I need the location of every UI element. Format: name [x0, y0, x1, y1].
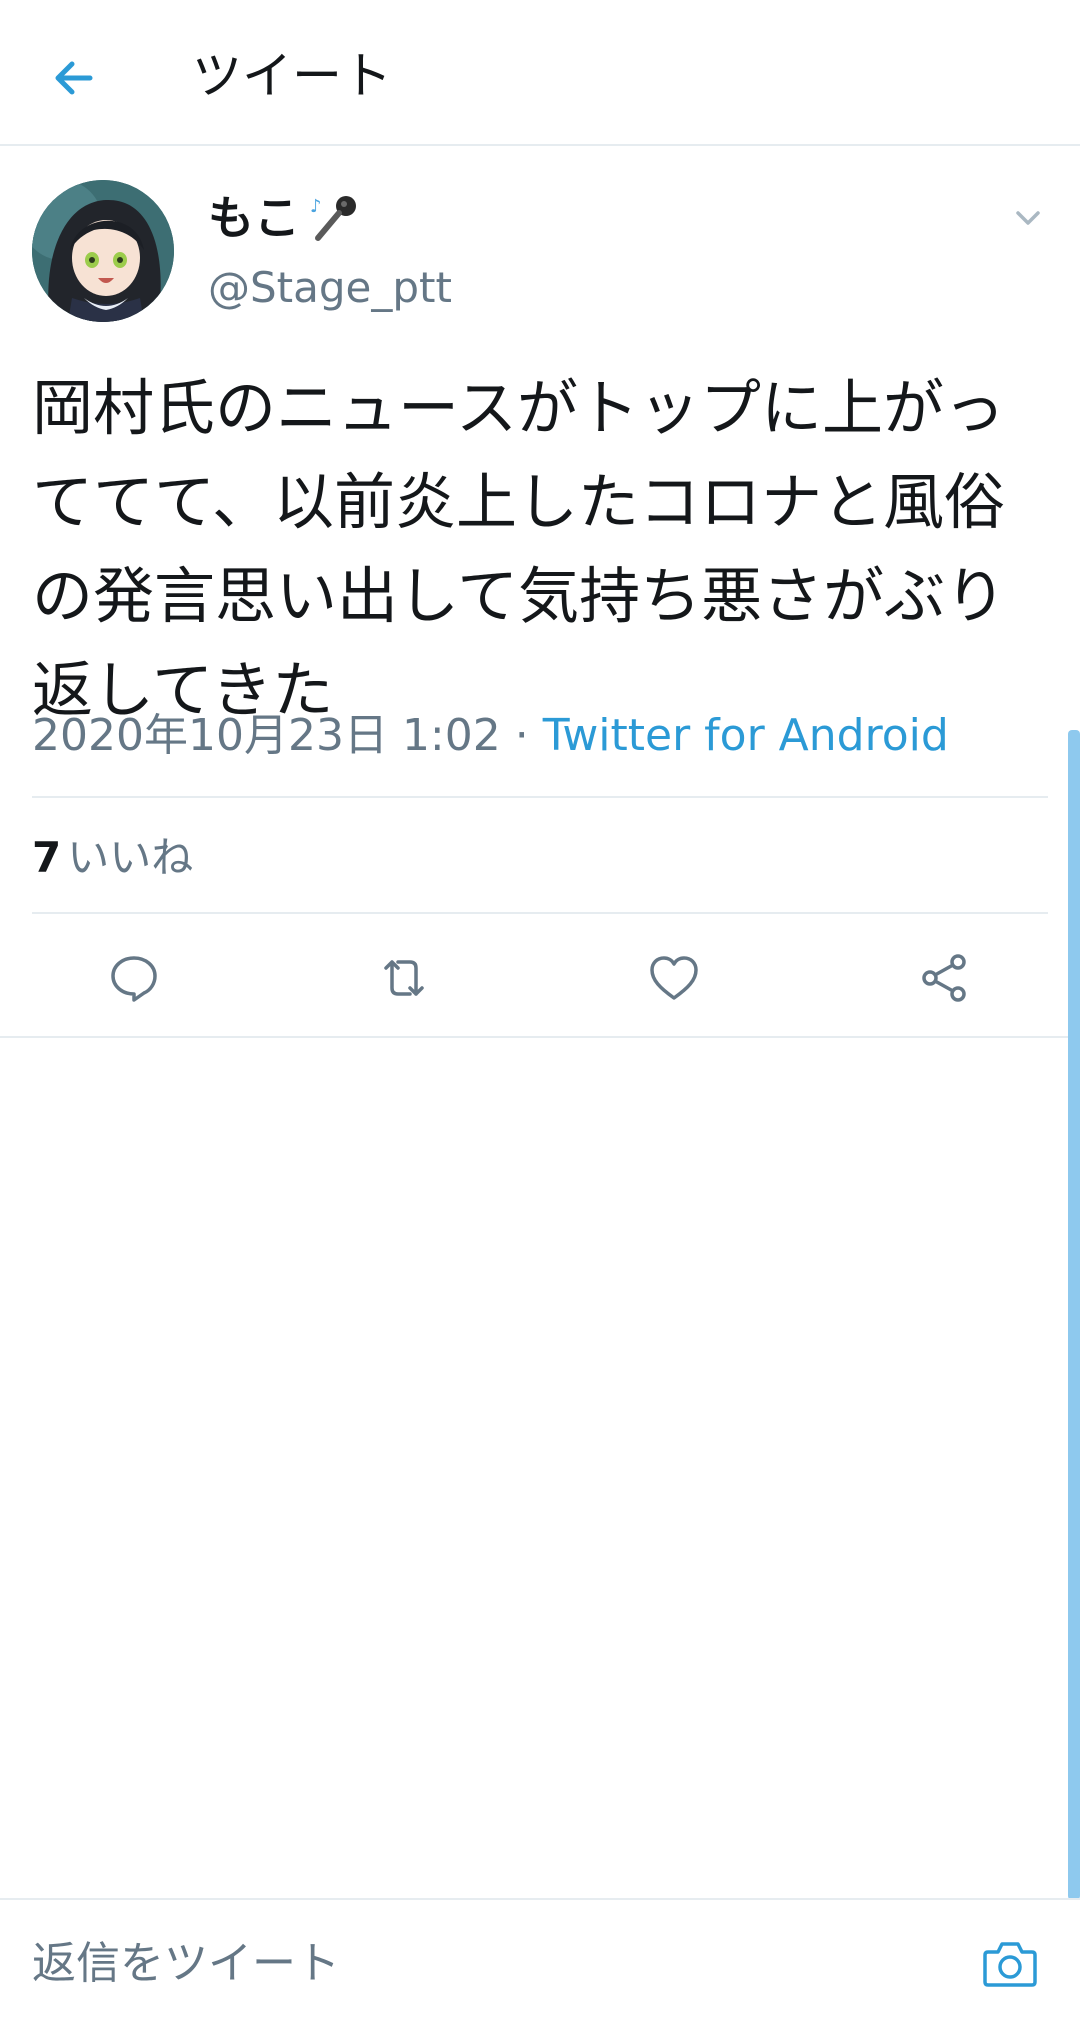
page-title: ツイート — [192, 47, 392, 105]
heart-icon[interactable] — [646, 950, 702, 1006]
divider — [32, 796, 1048, 798]
meta-separator: · — [500, 710, 543, 761]
microphone-emoji-icon: ♪ — [310, 196, 356, 241]
tweet-author-header: もこ ♪ @Stage_ptt — [32, 180, 1048, 322]
scrollbar[interactable] — [1068, 730, 1080, 1900]
share-icon[interactable] — [916, 950, 972, 1006]
likes-label: いいね — [67, 833, 194, 882]
reply-icon[interactable] — [106, 950, 162, 1006]
svg-text:♪: ♪ — [310, 196, 322, 217]
user-handle[interactable]: @Stage_ptt — [208, 260, 452, 316]
tweet-text: 岡村氏のニュースがトップに上がっててて、以前炎上したコロナと風俗の発言思い出して… — [32, 373, 1007, 726]
tweet-source-link[interactable]: Twitter for Android — [543, 710, 949, 761]
reply-compose-bar: 返信をツイート — [0, 1898, 1080, 2022]
tweet-timestamp: 2020年10月23日 1:02 — [32, 710, 501, 761]
likes-stat[interactable]: 7 いいね — [32, 828, 193, 888]
camera-icon[interactable] — [980, 1934, 1040, 1994]
tweet-meta: 2020年10月23日 1:02 · Twitter for Android — [32, 706, 949, 766]
top-app-bar: ツイート — [0, 0, 1080, 146]
reply-input[interactable]: 返信をツイート — [32, 1934, 340, 1994]
likes-count: 7 — [32, 833, 62, 882]
avatar-illustration — [32, 180, 174, 322]
user-avatar[interactable] — [32, 180, 174, 322]
chevron-down-icon[interactable] — [1008, 198, 1048, 238]
retweet-icon[interactable] — [376, 950, 432, 1006]
arrow-left-icon — [55, 61, 93, 95]
display-name[interactable]: もこ ♪ — [208, 188, 360, 248]
back-button[interactable] — [40, 44, 108, 112]
tweet-action-bar — [0, 914, 1080, 1038]
display-name-text: もこ — [208, 191, 300, 245]
